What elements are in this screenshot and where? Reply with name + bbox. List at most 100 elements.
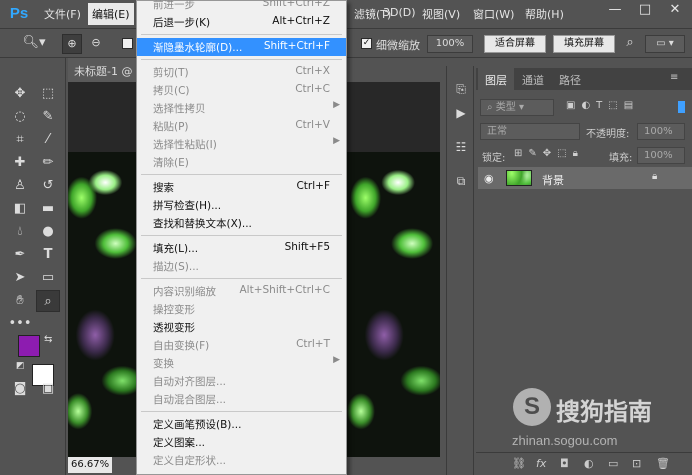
rectangle-tool-icon[interactable]: ▭ [36,267,60,289]
history-brush-tool-icon[interactable]: ↺ [36,175,60,197]
move-tool-icon[interactable]: ✥ [8,83,32,105]
quick-select-tool-icon[interactable]: ✎ [36,106,60,128]
clone-stamp-tool-icon[interactable]: ♙ [8,175,32,197]
brush-tool-icon[interactable]: ✏ [36,152,60,174]
foreground-color-swatch[interactable] [18,335,40,357]
dodge-tool-icon[interactable]: ● [36,221,60,243]
panel-menu-icon[interactable]: ≡ [670,72,678,83]
edit-menu-item[interactable]: 后退一步(K) Alt+Ctrl+Z [137,13,346,31]
lasso-tool-icon[interactable]: ◌ [8,106,32,128]
fit-screen-button[interactable]: 适合屏幕 [484,35,546,53]
edit-menu-item[interactable]: 操控变形 [137,300,346,318]
menu-file[interactable]: 文件(F) [44,6,81,22]
edit-menu-item[interactable]: 自由变换(F) Ctrl+T [137,336,346,354]
menu-window[interactable]: 窗口(W) [473,6,514,22]
edit-menu-item[interactable]: 拷贝(C) Ctrl+C [137,81,346,99]
menu-3d[interactable]: 3D(D) [383,6,416,19]
edit-menu-item[interactable]: 选择性粘贴(I) ▶ [137,135,346,153]
edit-menu-item[interactable]: 剪切(T) Ctrl+X [137,63,346,81]
path-select-tool-icon[interactable]: ➤ [8,267,32,289]
blur-tool-icon[interactable]: 💧︎ [8,221,32,243]
properties-panel-icon[interactable]: ☷ [449,136,473,158]
edit-menu-item[interactable]: 自动混合图层... [137,390,346,408]
default-colors-icon[interactable]: ◩ [16,361,25,371]
edit-menu-item[interactable]: 清除(E) [137,153,346,171]
trash-icon[interactable]: 🗑︎ [656,457,670,470]
edit-menu-item[interactable]: 变换 ▶ [137,354,346,372]
menu-separator [141,411,342,412]
edit-menu-item[interactable]: 填充(L)... Shift+F5 [137,239,346,257]
eraser-tool-icon[interactable]: ◧ [8,198,32,220]
quick-mask-icon[interactable]: ◙ [8,378,32,400]
history-panel-icon[interactable]: ⎘ [449,78,473,100]
resize-windows-checkbox[interactable] [122,38,133,49]
marquee-tool-icon[interactable]: ⬚ [36,83,60,105]
screen-mode-icon[interactable]: ▣ [36,378,60,400]
zoom-100-button[interactable]: 100% [427,35,473,53]
edit-menu-item[interactable]: 自动对齐图层... [137,372,346,390]
menu-edit[interactable]: 编辑(E) [88,3,134,25]
zoom-out-icon[interactable]: ⊖ [86,34,106,54]
close-button[interactable]: ✕ [660,0,690,20]
document-tab[interactable]: 未标题-1 @ [68,58,139,82]
menu-item-label: 查找和替换文本(X)... [153,218,252,230]
actions-panel-icon[interactable]: ▶ [449,102,473,124]
menu-item-shortcut: Ctrl+V [295,119,330,131]
fx-icon[interactable]: fx [536,457,546,470]
layer-name[interactable]: 背景 [542,172,564,188]
edit-menu-item[interactable]: 定义画笔预设(B)... [137,415,346,433]
type-tool-icon[interactable]: T [36,244,60,266]
hand-tool-icon[interactable]: ✋︎ [8,290,32,312]
edit-menu-item[interactable]: 内容识别缩放 Alt+Shift+Ctrl+C [137,282,346,300]
zoom-in-icon[interactable]: ⊕ [62,34,82,54]
link-layers-icon[interactable]: ⛓ [512,457,526,470]
zoom-tool-preset-icon[interactable]: 🔍︎▾ [20,35,48,53]
fill-screen-button[interactable]: 填充屏幕 [553,35,615,53]
gradient-tool-icon[interactable]: ▬ [36,198,60,220]
edit-menu-item[interactable]: 渐隐墨水轮廓(D)... Shift+Ctrl+F [137,38,346,56]
visibility-eye-icon[interactable]: ◉ [484,172,494,185]
libraries-panel-icon[interactable]: ⧉ [449,170,473,192]
adjustment-layer-icon[interactable]: ◐ [584,457,594,470]
pen-tool-icon[interactable]: ✒ [8,244,32,266]
edit-menu-item[interactable]: 定义图案... [137,433,346,451]
tab-layers[interactable]: 图层 [478,68,514,90]
edit-menu-item[interactable]: 前进一步 Shift+Ctrl+Z [137,0,346,13]
edit-menu-item[interactable]: 透视变形 [137,318,346,336]
workspace-switcher[interactable]: ▭ ▾ [645,35,685,53]
lock-icons[interactable]: ⊞✎✥⬚🔒︎ [514,148,594,159]
fill-field[interactable]: 100% [637,147,685,164]
edit-menu-item[interactable]: 查找和替换文本(X)... [137,214,346,232]
menu-item-label: 变换 [153,358,174,370]
zoom-tool-icon[interactable]: ⌕ [36,290,60,312]
layer-filter-dropdown[interactable]: ⌕ 类型 ▾ [480,99,554,116]
edit-toolbar-icon[interactable]: ••• [8,313,32,335]
tab-channels[interactable]: 通道 [515,68,551,90]
menu-item-shortcut: Ctrl+F [296,180,330,192]
crop-tool-icon[interactable]: ⌗ [8,129,32,151]
filter-toggle[interactable] [678,101,685,113]
menu-view[interactable]: 视图(V) [422,6,460,22]
add-mask-icon[interactable]: ◘ [560,457,569,470]
blend-mode-dropdown[interactable]: 正常 [480,123,580,140]
status-zoom-field[interactable]: 66.67% [68,457,112,473]
edit-menu-item[interactable]: 选择性拷贝 ▶ [137,99,346,117]
edit-menu-item[interactable]: 搜索 Ctrl+F [137,178,346,196]
layer-filter-icons[interactable]: ▣◐T⬚▤ [566,100,692,111]
edit-menu-item[interactable]: 定义自定形状... [137,451,346,469]
healing-brush-tool-icon[interactable]: ✚ [8,152,32,174]
maximize-button[interactable]: □ [630,0,660,20]
opacity-field[interactable]: 100% [637,123,685,140]
menu-help[interactable]: 帮助(H) [525,6,564,22]
edit-menu-item[interactable]: 粘贴(P) Ctrl+V [137,117,346,135]
edit-menu-item[interactable]: 描边(S)... [137,257,346,275]
scrubby-zoom-checkbox[interactable]: ✓ [361,38,372,49]
swap-colors-icon[interactable]: ⇆ [44,334,52,345]
edit-menu-item[interactable]: 拼写检查(H)... [137,196,346,214]
tab-paths[interactable]: 路径 [552,68,588,90]
new-group-icon[interactable]: ▭ [608,457,618,470]
eyedropper-tool-icon[interactable]: ⁄ [36,129,60,151]
minimize-button[interactable]: — [600,0,630,20]
new-layer-icon[interactable]: ⊡ [632,457,641,470]
search-icon[interactable]: ⌕ [621,35,639,53]
